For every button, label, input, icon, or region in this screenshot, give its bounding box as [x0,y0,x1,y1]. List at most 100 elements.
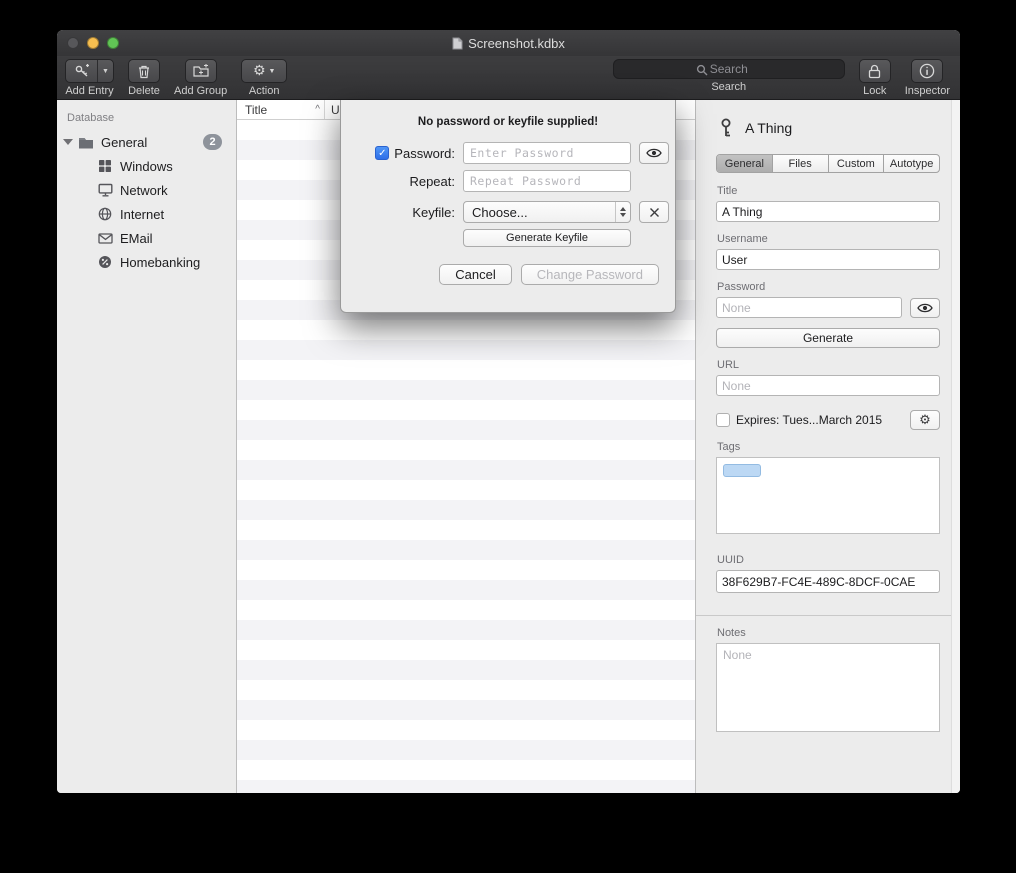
url-field-label: URL [717,359,940,371]
tag-pill[interactable] [723,464,761,477]
key-plus-icon [66,60,98,82]
inspector-panel: A Thing General Files Custom Autotype Ti… [695,100,960,793]
chevron-down-icon[interactable]: ▼ [98,60,113,82]
password-field-label: Password [717,281,940,293]
dialog-password-input[interactable] [463,142,631,164]
sort-ascending-icon: ^ [315,104,324,115]
minimize-button[interactable] [87,37,99,49]
lock-label: Lock [863,85,886,97]
sidebar-item-internet[interactable]: Internet [57,202,236,226]
dialog-message: No password or keyfile supplied! [341,116,675,130]
lock-icon [868,64,881,79]
action-label: Action [249,85,280,97]
search-icon [696,64,708,76]
uuid-label: UUID [717,554,940,566]
tab-general[interactable]: General [717,155,773,172]
sidebar-item-label: EMail [120,231,153,246]
delete-button[interactable] [128,59,160,83]
username-field[interactable] [716,249,940,270]
tab-files[interactable]: Files [773,155,829,172]
popup-stepper-icon [615,202,630,222]
inspector-button[interactable] [911,59,943,83]
sidebar-item-network[interactable]: Network [57,178,236,202]
app-window: Screenshot.kdbx ▼ Add Entry [57,30,960,793]
entry-title: A Thing [745,120,792,136]
sidebar-item-homebanking[interactable]: Homebanking [57,250,236,274]
sidebar-item-email[interactable]: EMail [57,226,236,250]
sidebar-item-windows[interactable]: Windows [57,154,236,178]
password-checkbox[interactable]: ✓ [375,146,389,160]
desktop-background: Screenshot.kdbx ▼ Add Entry [0,0,1016,873]
add-group-button[interactable] [185,59,217,83]
trash-icon [137,64,151,79]
repeat-row: Repeat: [341,170,675,192]
column-header-title[interactable]: Title ^ [237,100,325,119]
zoom-button[interactable] [107,37,119,49]
titlebar: Screenshot.kdbx [57,30,960,56]
tags-label: Tags [717,441,940,453]
dialog-keyfile-label: Keyfile: [412,205,455,220]
add-entry-button[interactable]: ▼ [65,59,114,83]
folder-plus-icon [193,64,209,78]
password-row: ✓ Password: [341,142,675,164]
add-entry-label: Add Entry [65,85,113,97]
column-title-label: Title [245,103,267,117]
tab-custom[interactable]: Custom [829,155,885,172]
sidebar-item-label: General [101,135,147,150]
dialog-repeat-input[interactable] [463,170,631,192]
add-group-toolbar-item: Add Group [174,59,227,97]
delete-label: Delete [128,85,160,97]
sidebar-item-label: Homebanking [120,255,200,270]
toolbar-left-group: ▼ Add Entry Delete [65,59,287,97]
lock-button[interactable] [859,59,891,83]
sidebar-item-general[interactable]: General 2 [57,130,236,154]
uuid-field[interactable] [716,570,940,593]
change-password-dialog: No password or keyfile supplied! ✓ Passw… [340,100,676,313]
generate-keyfile-button[interactable]: Generate Keyfile [463,229,631,247]
globe-icon [97,206,113,222]
sidebar-section-header: Database [57,108,236,130]
cancel-button[interactable]: Cancel [439,264,511,285]
column-header-username[interactable]: U [325,103,340,117]
action-button[interactable]: ⚙ ▼ [241,59,287,83]
add-group-label: Add Group [174,85,227,97]
dialog-password-reveal-button[interactable] [639,142,669,164]
keyfile-popup[interactable]: Choose... [463,201,631,223]
search-field[interactable] [613,59,845,79]
generate-password-button[interactable]: Generate [716,328,940,348]
title-field[interactable] [716,201,940,222]
dialog-repeat-label: Repeat: [409,174,455,189]
inspector-label: Inspector [905,85,950,97]
inspector-scrollbar[interactable] [951,100,960,793]
column-username-label: U [331,103,340,117]
info-icon [919,63,935,79]
url-field[interactable] [716,375,940,396]
notes-field[interactable] [716,643,940,732]
password-field[interactable] [716,297,902,318]
tags-box[interactable] [716,457,940,534]
disclosure-triangle-icon[interactable] [63,139,73,145]
close-button[interactable] [67,37,79,49]
key-icon [716,117,736,139]
inspector-tabs: General Files Custom Autotype [716,154,940,173]
expires-row: Expires: Tues...March 2015 ⚙ [716,410,940,430]
dialog-buttons: Cancel Change Password [341,264,675,285]
generate-keyfile-row: Generate Keyfile [341,229,675,247]
change-password-button[interactable]: Change Password [521,264,659,285]
keyfile-clear-button[interactable] [639,201,669,223]
dialog-password-label: Password: [394,146,455,161]
add-entry-toolbar-item: ▼ Add Entry [65,59,114,97]
inspector-toolbar-item: Inspector [905,59,950,97]
sidebar-item-label: Internet [120,207,164,222]
chevron-down-icon: ▼ [269,68,276,75]
toolbar: ▼ Add Entry Delete [57,56,960,100]
expires-settings-button[interactable]: ⚙ [910,410,940,430]
coin-icon [97,254,113,270]
search-toolbar-item: Search [613,59,845,93]
search-input[interactable] [614,60,844,78]
tab-autotype[interactable]: Autotype [884,155,939,172]
password-reveal-button[interactable] [910,298,940,318]
close-x-icon [649,207,660,218]
window-title-text: Screenshot.kdbx [468,36,565,51]
expires-checkbox[interactable] [716,413,730,427]
